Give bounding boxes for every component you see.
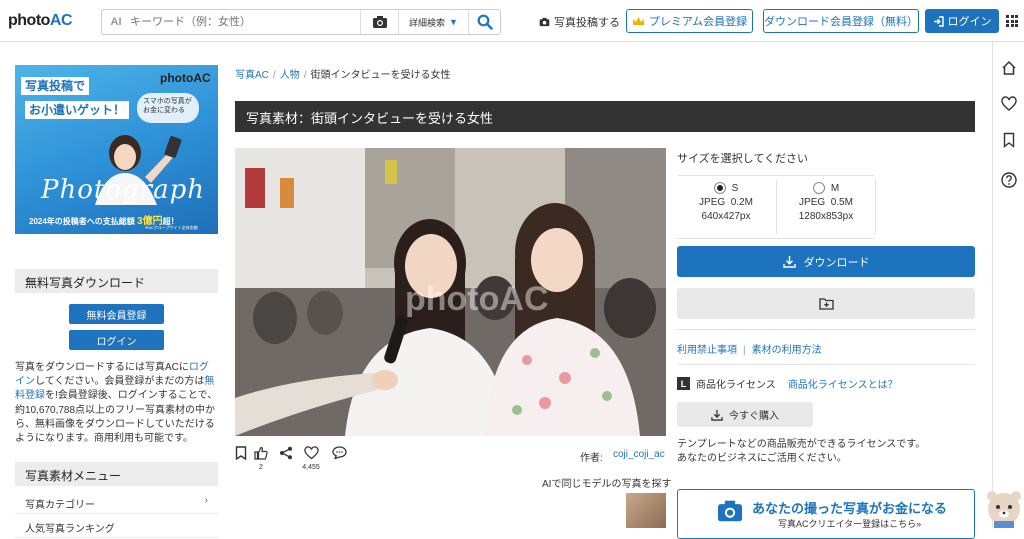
apps-grid-icon[interactable]	[1006, 15, 1018, 27]
right-rail	[992, 42, 1024, 528]
bookmark-icon[interactable]	[1001, 132, 1017, 148]
download-button-label: ダウンロード	[803, 256, 870, 269]
image-search-button[interactable]	[360, 10, 398, 34]
size-heading: サイズを選択してください	[677, 153, 809, 165]
size-option-s[interactable]: S JPEG 0.2M 640x427px	[677, 182, 775, 224]
camera-icon	[539, 17, 550, 27]
menu-heading: 写真素材メニュー	[15, 462, 218, 486]
breadcrumb-people[interactable]: 人物	[280, 70, 300, 81]
post-photo-link[interactable]: 写真投稿する	[539, 14, 620, 30]
comment-icon	[331, 446, 347, 460]
size-option-m[interactable]: M JPEG 0.5M 1280x853px	[777, 182, 875, 224]
camera-icon	[718, 500, 742, 522]
site-logo[interactable]: photoAC	[8, 12, 73, 30]
banner-footnote: ※ACグループサイト全体金額	[145, 225, 198, 230]
author-link[interactable]: coji_coji_ac	[613, 449, 665, 460]
download-register-button[interactable]: ダウンロード会員登録（無料）	[763, 9, 919, 33]
license-info-link[interactable]: 商品化ライセンスとは？	[788, 376, 898, 391]
banner-tag-2: お小遣いゲット！	[25, 101, 130, 119]
search-input[interactable]	[130, 11, 360, 33]
caret-down-icon: ▼	[449, 17, 458, 27]
usage-link[interactable]: 素材の利用方法	[752, 345, 822, 356]
like-count: 2	[259, 464, 263, 471]
photo-illustration: photoAC	[235, 148, 666, 436]
license-description: テンプレートなどの商品販売ができるライセンスです。 あなたのビジネスにご活用くだ…	[677, 439, 926, 464]
premium-register-button[interactable]: プレミアム会員登録	[626, 9, 753, 33]
divider	[677, 364, 975, 365]
add-to-folder-button[interactable]	[677, 288, 975, 319]
banner-logo: photoAC	[160, 71, 211, 85]
mascot-bear-icon[interactable]	[984, 487, 1024, 528]
download-register-label: ダウンロード会員登録（無料）	[764, 16, 918, 28]
promo-subtitle: 写真ACクリエイター登録はこちら»	[778, 519, 922, 529]
sidebar-item-category[interactable]: 写真カテゴリー ›	[15, 492, 218, 514]
similar-photo-thumbnail[interactable]	[626, 493, 666, 528]
size-divider	[776, 180, 777, 234]
free-register-button[interactable]: 無料会員登録	[69, 304, 164, 324]
license-icon: L	[677, 377, 690, 390]
favorite-button[interactable]: 4,455	[299, 446, 323, 471]
usage-links: 利用禁止事項 | 素材の利用方法	[677, 345, 822, 356]
banner-tag-1: 写真投稿で	[21, 77, 90, 95]
license-row: L 商品化ライセンス 商品化ライセンスとは？	[677, 376, 898, 391]
creator-promo-banner[interactable]: あなたの撮った写真がお金になる 写真ACクリエイター登録はこちら»	[677, 489, 975, 539]
download-instructions: 写真をダウンロードするには写真ACにログインしてください。会員登録がまだの方は無…	[15, 362, 218, 445]
page-title: 写真素材：街頭インタビューを受ける女性	[235, 101, 975, 132]
search-bar: AI 詳細検索 ▼	[101, 9, 501, 35]
buy-now-button[interactable]: 今すぐ購入	[677, 402, 813, 427]
photo-watermark: photoAC	[405, 280, 549, 318]
ai-same-model-link[interactable]: AIで同じモデルの写真を探す	[542, 475, 671, 490]
thumbs-up-icon	[254, 446, 268, 460]
prohibited-link[interactable]: 利用禁止事項	[677, 345, 737, 356]
ai-search-badge[interactable]: AI	[102, 16, 130, 28]
heart-icon[interactable]	[1001, 96, 1017, 112]
buy-now-label: 今すぐ購入	[729, 411, 779, 422]
login-icon	[933, 15, 944, 27]
download-heading: 無料写真ダウンロード	[15, 269, 218, 293]
download-button[interactable]: ダウンロード	[677, 246, 975, 277]
like-button[interactable]: 2	[249, 446, 273, 471]
advanced-search-dropdown[interactable]: 詳細検索 ▼	[398, 10, 468, 34]
download-icon	[782, 256, 796, 268]
license-label: 商品化ライセンス	[696, 380, 776, 391]
header-login-label: ログイン	[947, 16, 992, 28]
download-icon	[711, 409, 723, 421]
bookmark-icon	[235, 446, 247, 461]
chevron-right-icon: ›	[204, 495, 208, 506]
premium-register-label: プレミアム会員登録	[648, 16, 748, 28]
breadcrumb-home[interactable]: 写真AC	[235, 70, 269, 81]
sidebar-login-button[interactable]: ログイン	[69, 330, 164, 350]
favorite-count: 4,455	[302, 464, 320, 471]
share-button[interactable]	[274, 446, 298, 463]
breadcrumb: 写真AC / 人物 / 街頭インタビューを受ける女性	[235, 70, 451, 81]
breadcrumb-current: 街頭インタビューを受ける女性	[310, 70, 451, 81]
author-label: 作者:	[580, 453, 603, 464]
heart-icon	[303, 446, 319, 460]
help-icon[interactable]	[1001, 172, 1017, 188]
promo-title: あなたの撮った写真がお金になる	[752, 501, 948, 516]
comment-button[interactable]	[327, 446, 351, 462]
header-login-button[interactable]: ログイン	[925, 9, 999, 33]
banner-script-title: Photograph	[41, 175, 205, 205]
sidebar-item-ranking[interactable]: 人気写真ランキング	[15, 516, 218, 538]
divider	[677, 329, 975, 330]
share-icon	[280, 446, 292, 460]
home-icon[interactable]	[1001, 60, 1017, 76]
search-icon	[477, 14, 493, 30]
crown-icon	[632, 17, 644, 25]
advanced-search-label: 詳細検索	[409, 17, 446, 28]
camera-icon	[372, 16, 387, 28]
top-navbar: photoAC AI 詳細検索 ▼ 写真投稿する プレミアム会員登録 ダウンロー…	[0, 0, 1024, 42]
folder-plus-icon	[818, 298, 834, 310]
radio-unselected-icon[interactable]	[812, 182, 825, 195]
banner-bubble: スマホの写真が お金に変わる	[137, 93, 199, 123]
size-divider	[875, 180, 876, 234]
search-button[interactable]	[468, 10, 500, 34]
promo-banner[interactable]: 写真投稿で お小遣いゲット！ photoAC スマホの写真が お金に変わる Ph…	[15, 65, 218, 234]
radio-selected-icon[interactable]	[713, 182, 726, 195]
post-photo-label: 写真投稿する	[554, 17, 620, 29]
main-photo[interactable]: photoAC	[235, 148, 666, 436]
